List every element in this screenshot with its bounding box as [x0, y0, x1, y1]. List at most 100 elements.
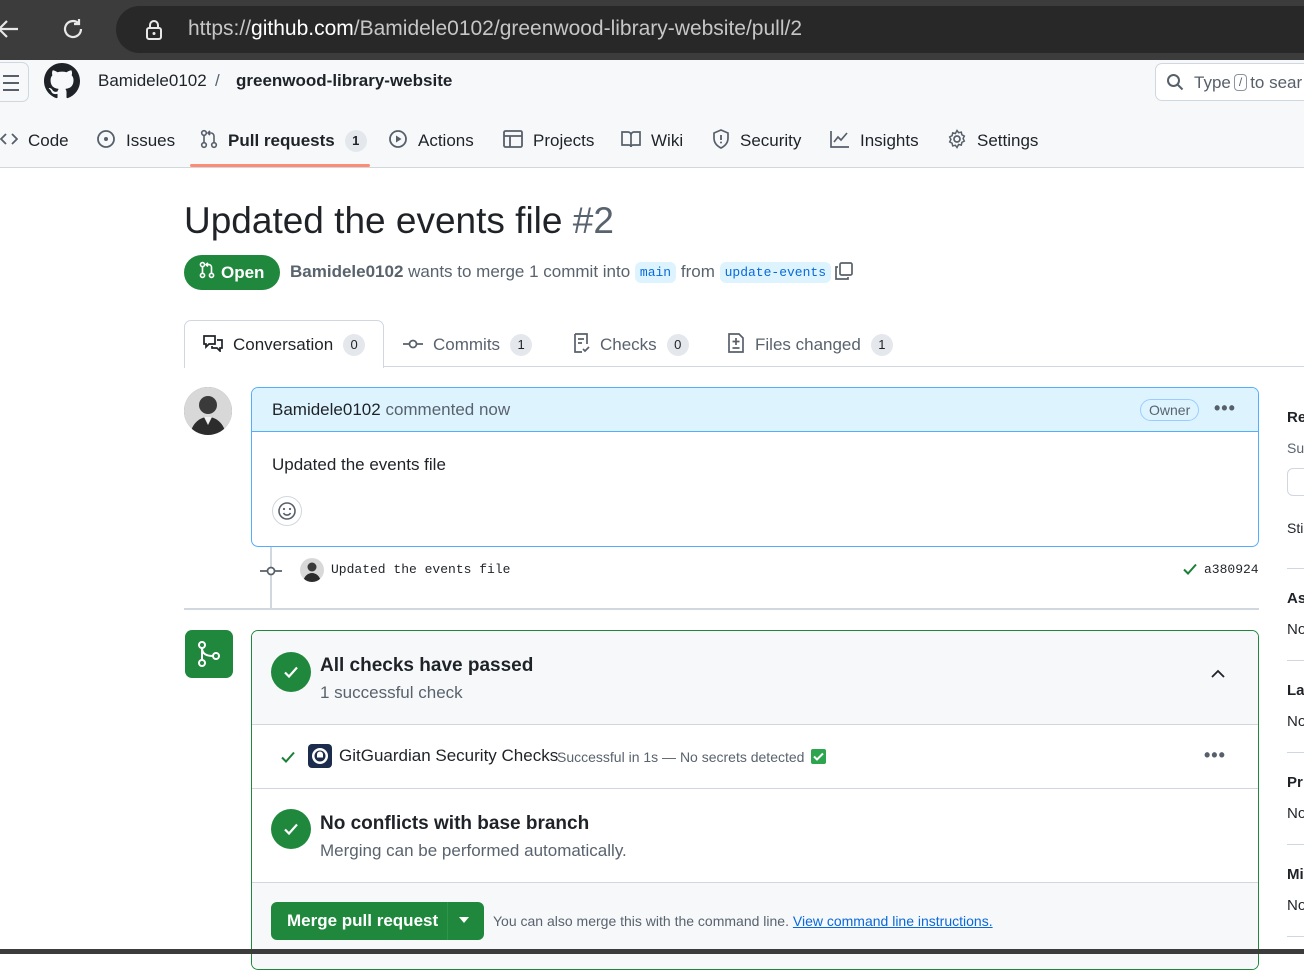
- checklist-icon: [572, 332, 600, 358]
- comment-discussion-icon: [203, 334, 233, 357]
- search-input[interactable]: Type / to sear: [1155, 63, 1304, 101]
- tab-wiki[interactable]: Wiki: [621, 126, 683, 156]
- tab-security-label: Security: [740, 131, 802, 150]
- merge-button-separator: [447, 902, 448, 940]
- graph-icon: [830, 130, 860, 153]
- status-badge: Open: [184, 255, 280, 290]
- tab-issues[interactable]: Issues: [96, 126, 175, 156]
- tab-projects[interactable]: Projects: [503, 126, 594, 156]
- tab-issues-label: Issues: [126, 131, 176, 150]
- conversation-count: 0: [343, 334, 366, 356]
- issue-icon: [96, 129, 126, 154]
- search-icon: [1166, 73, 1184, 96]
- comment-author-line: Bamidele0102 commented now: [272, 400, 511, 419]
- search-placeholder: Type / to sear: [1194, 73, 1303, 92]
- sidebar-reviewers-heading[interactable]: Re: [1287, 409, 1304, 426]
- tab-commits[interactable]: Commits 1: [403, 330, 533, 360]
- page-title: Updated the events file #2: [184, 200, 614, 241]
- tab-settings[interactable]: Settings: [947, 126, 1038, 156]
- breadcrumb-owner[interactable]: Bamidele0102: [98, 71, 207, 91]
- sidebar-milestone-value: No: [1287, 897, 1304, 914]
- play-icon: [388, 129, 418, 154]
- tab-pull-requests[interactable]: Pull requests 1: [200, 126, 367, 156]
- check-circle-icon: [271, 652, 311, 692]
- sidebar-labels-value: No: [1287, 713, 1304, 730]
- sidebar-suggestions-label: Su: [1287, 440, 1304, 456]
- tab-checks-label: Checks: [600, 335, 657, 354]
- checks-count: 0: [666, 334, 689, 356]
- comment-body: Updated the events file: [272, 455, 446, 474]
- sidebar-divider: [1287, 936, 1304, 937]
- pr-author-link[interactable]: Bamidele0102: [290, 262, 403, 281]
- sidebar-milestone-heading[interactable]: Mi: [1287, 866, 1304, 883]
- lock-icon[interactable]: [144, 19, 164, 46]
- tab-insights[interactable]: Insights: [830, 126, 919, 156]
- tab-code[interactable]: Code: [0, 126, 69, 156]
- chevron-up-icon[interactable]: [1210, 667, 1226, 685]
- tab-wiki-label: Wiki: [651, 131, 684, 150]
- tab-files-changed[interactable]: Files changed 1: [727, 330, 893, 360]
- commits-count: 1: [510, 334, 533, 356]
- sidebar-labels-heading[interactable]: Lal: [1287, 682, 1304, 699]
- comment-author-link[interactable]: Bamidele0102: [272, 400, 381, 419]
- tab-projects-label: Projects: [533, 131, 595, 150]
- head-branch[interactable]: update-events: [719, 262, 832, 283]
- breadcrumb-separator: /: [215, 71, 220, 90]
- pull-request-icon: [200, 129, 228, 154]
- check-icon[interactable]: [1182, 561, 1198, 582]
- gear-icon: [947, 128, 977, 154]
- avatar[interactable]: [184, 387, 232, 435]
- tab-security[interactable]: Security: [712, 126, 801, 156]
- back-arrow-icon[interactable]: [0, 16, 22, 47]
- merge-actions: Merge pull request You can also merge th…: [252, 883, 1258, 969]
- menu-button[interactable]: [0, 62, 29, 102]
- base-branch[interactable]: main: [634, 262, 677, 283]
- copilot-icon[interactable]: [1287, 468, 1304, 496]
- reload-icon[interactable]: [60, 16, 86, 47]
- triangle-down-icon[interactable]: [459, 917, 469, 923]
- smiley-icon[interactable]: [272, 496, 302, 526]
- tab-actions[interactable]: Actions: [388, 126, 474, 156]
- github-logo-icon[interactable]: [44, 63, 80, 104]
- commit-sha-link[interactable]: a380924: [1204, 562, 1259, 577]
- commit-avatar[interactable]: [300, 558, 324, 582]
- copy-icon[interactable]: [834, 261, 854, 286]
- active-tab-underline: [190, 164, 370, 167]
- commit-message-link[interactable]: Updated the events file: [331, 562, 510, 577]
- breadcrumb-repo[interactable]: greenwood-library-website: [236, 71, 452, 91]
- sidebar-projects-value: No: [1287, 805, 1304, 822]
- tab-settings-label: Settings: [977, 131, 1039, 150]
- merge-hint: You can also merge this with the command…: [493, 913, 993, 929]
- tab-insights-label: Insights: [860, 131, 919, 150]
- merge-pull-request-button[interactable]: Merge pull request: [271, 902, 484, 940]
- conflicts-subtitle: Merging can be performed automatically.: [320, 841, 627, 860]
- command-line-instructions-link[interactable]: View command line instructions.: [793, 913, 993, 929]
- tab-conversation-label: Conversation: [233, 335, 334, 354]
- owner-badge: Owner: [1140, 399, 1200, 421]
- kebab-horizontal-icon[interactable]: •••: [1214, 398, 1236, 419]
- merge-button-label: Merge pull request: [287, 911, 439, 930]
- checks-title: All checks have passed: [320, 655, 534, 676]
- tab-conversation[interactable]: Conversation 0: [203, 330, 366, 360]
- pull-request-icon: [198, 261, 221, 284]
- check-name: GitGuardian Security Checks: [339, 746, 559, 765]
- book-icon: [621, 130, 651, 153]
- tab-pull-requests-label: Pull requests: [228, 131, 335, 150]
- sidebar-divider: [1287, 844, 1304, 845]
- code-icon: [0, 131, 28, 152]
- tab-checks[interactable]: Checks 0: [572, 330, 689, 360]
- sidebar-divider: [1287, 752, 1304, 753]
- merge-box: All checks have passed 1 successful chec…: [251, 630, 1259, 970]
- address-bar[interactable]: https://github.com/Bamidele0102/greenwoo…: [116, 6, 1304, 53]
- check-icon: [280, 749, 296, 770]
- sidebar-projects-heading[interactable]: Pr: [1287, 774, 1303, 791]
- check-row: GitGuardian Security Checks Successful i…: [252, 725, 1258, 789]
- kebab-horizontal-icon[interactable]: •••: [1204, 745, 1226, 766]
- pull-requests-count: 1: [344, 130, 367, 152]
- window-bottom-edge: [0, 949, 1304, 954]
- files-changed-count: 1: [870, 334, 893, 356]
- git-commit-icon: [403, 335, 433, 355]
- pr-meta: Bamidele0102 wants to merge 1 commit int…: [290, 262, 832, 283]
- sidebar-assignees-heading[interactable]: As: [1287, 590, 1304, 607]
- tab-actions-label: Actions: [418, 131, 474, 150]
